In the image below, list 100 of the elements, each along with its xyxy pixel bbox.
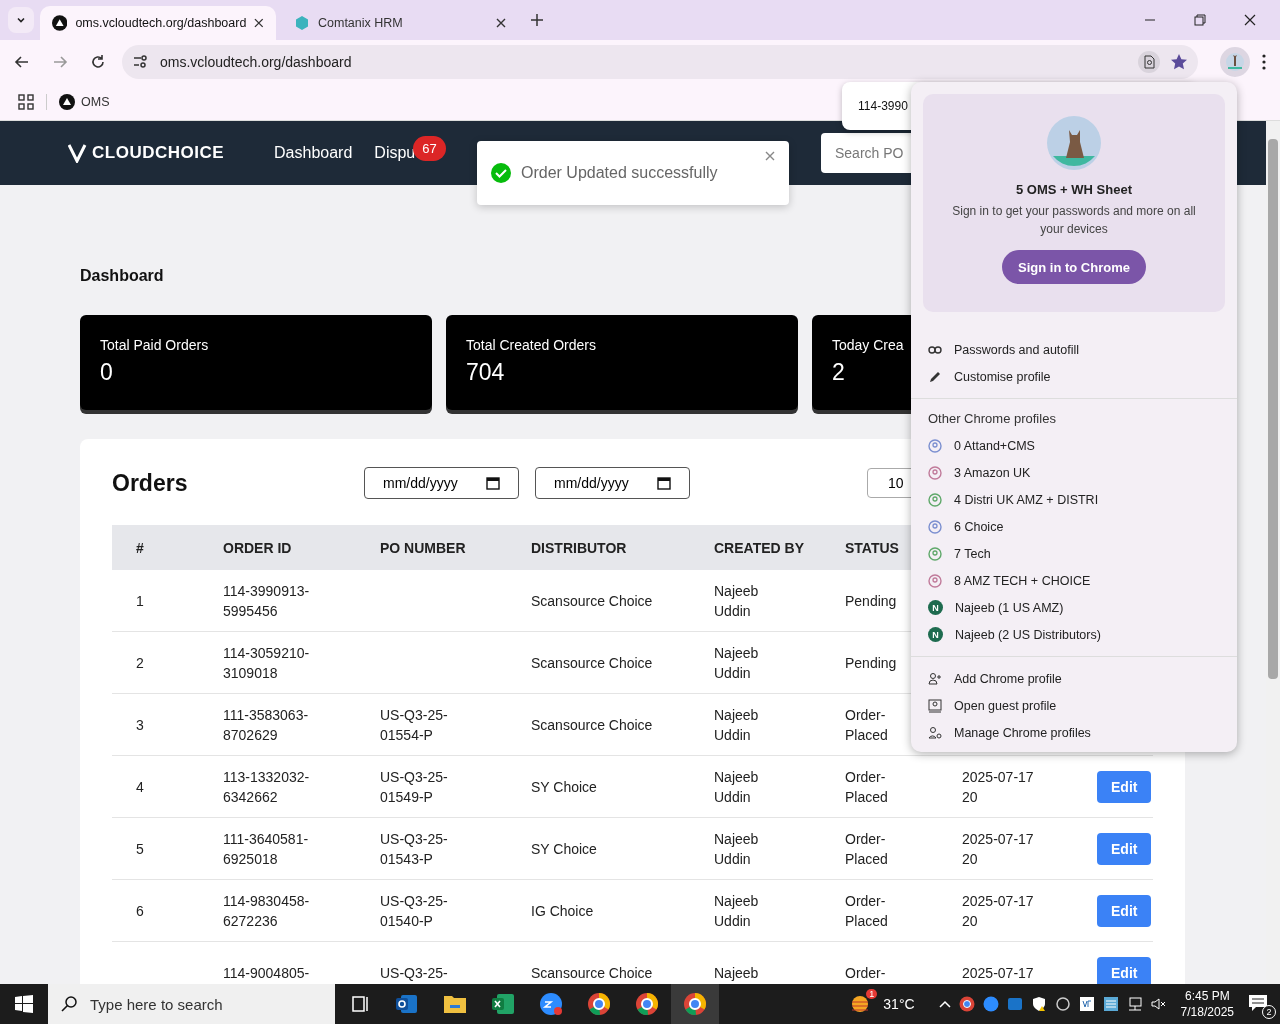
address-bar[interactable]: oms.vcloudtech.org/dashboard <box>122 45 1198 79</box>
browser-tab[interactable]: oms.vcloudtech.org/dashboard <box>40 6 276 40</box>
stat-value: 2 <box>832 359 845 386</box>
table-cell-text: Najeeb Uddin <box>714 643 760 683</box>
people-gear-icon <box>928 725 942 740</box>
nav-link[interactable]: Dashboard <box>274 144 353 162</box>
table-cell-text: Pending <box>845 591 897 611</box>
window-tray-icon[interactable] <box>1102 996 1119 1012</box>
table-cell: 1 <box>136 592 144 609</box>
network-icon[interactable] <box>1126 996 1143 1012</box>
profile-item[interactable]: 7 Tech <box>911 540 1237 567</box>
close-icon[interactable] <box>1244 14 1256 26</box>
menu-item[interactable]: Passwords and autofill <box>911 336 1237 363</box>
stat-label: Today Crea <box>832 337 904 353</box>
new-tab-plus-icon[interactable] <box>530 13 544 27</box>
notification-count: 2 <box>1262 1005 1276 1019</box>
reload-icon[interactable] <box>90 54 106 70</box>
column-header: DISTRIBUTOR <box>531 539 627 556</box>
mail-tray-icon[interactable] <box>1006 996 1023 1012</box>
menu-item[interactable]: Open guest profile <box>911 692 1237 719</box>
table-cell: SY Choice <box>531 840 597 857</box>
video-meeting-app-icon[interactable] <box>539 992 563 1016</box>
shield-warning-icon[interactable] <box>1030 996 1047 1012</box>
video-meeting-tray-icon[interactable] <box>982 996 999 1012</box>
guest-profile-icon <box>928 698 942 713</box>
browser-app-icon[interactable] <box>683 992 707 1016</box>
profile-item[interactable]: 8 AMZ TECH + CHOICE <box>911 567 1237 594</box>
page-title: Dashboard <box>80 267 164 285</box>
speaker-muted-icon[interactable] <box>1150 996 1167 1012</box>
profile-item[interactable]: N Najeeb (1 US AMZ) <box>911 594 1237 621</box>
close-icon[interactable] <box>254 18 264 28</box>
table-cell: Scansource Choice <box>531 716 653 733</box>
table-cell-text: Najeeb Uddin <box>714 767 760 807</box>
stat-value: 0 <box>100 359 113 386</box>
browser-tab[interactable]: Comtanix HRM <box>282 6 518 40</box>
menu-icon[interactable] <box>1262 54 1266 70</box>
table-cell-text: US-Q3-25-01543-P <box>380 829 449 869</box>
notification-icon[interactable] <box>1248 994 1270 1014</box>
table-cell-text: Najeeb Uddin <box>714 581 760 621</box>
restore-icon[interactable] <box>1194 14 1206 26</box>
browser-app-icon[interactable] <box>587 992 611 1016</box>
profile-item[interactable]: 6 Choice <box>911 513 1237 540</box>
apps-grid-icon[interactable] <box>18 94 34 110</box>
taskbar-search-field[interactable]: Type here to search <box>48 984 335 1024</box>
table-cell-text: Order-Placed <box>845 767 889 807</box>
profile-item[interactable]: N Najeeb (2 US Distributors) <box>911 621 1237 648</box>
edit-button[interactable]: Edit <box>1097 894 1152 927</box>
table-cell: 5 <box>136 840 144 857</box>
find-query[interactable]: 114-3990 <box>858 99 908 113</box>
windows-start-icon[interactable] <box>15 995 33 1013</box>
table-cell-text: 2025-07-17 20 <box>962 767 1035 807</box>
close-icon[interactable] <box>496 18 506 28</box>
stat-value: 704 <box>466 359 505 386</box>
browser-app-icon[interactable] <box>635 992 659 1016</box>
column-header: CREATED BY <box>714 539 804 556</box>
edit-button[interactable]: Edit <box>1097 956 1152 984</box>
clock-date[interactable]: 7/18/2025 <box>1180 1005 1234 1019</box>
back-arrow-icon[interactable] <box>14 54 30 70</box>
table-cell-text: Order-Placed <box>845 891 889 931</box>
nav-link[interactable]: Dispu <box>374 144 416 162</box>
chevron-up-icon[interactable] <box>938 1000 951 1008</box>
tab-title: oms.vcloudtech.org/dashboard <box>75 16 247 30</box>
table-cell-text: 2025-07-17 20 <box>962 891 1035 931</box>
folder-icon[interactable] <box>443 993 467 1015</box>
weather-badge: 1 <box>866 989 878 999</box>
menu-item[interactable]: Manage Chrome profiles <box>911 719 1237 746</box>
tab-title: Comtanix HRM <box>318 16 404 30</box>
clock-time[interactable]: 6:45 PM <box>1184 989 1230 1003</box>
date-field[interactable]: mm/dd/yyyy <box>364 467 519 499</box>
spreadsheet-app-icon[interactable] <box>491 992 515 1016</box>
date-field[interactable]: mm/dd/yyyy <box>535 467 690 499</box>
toast-message: Order Updated successfully <box>521 164 719 182</box>
menu-item[interactable]: Add Chrome profile <box>911 665 1237 692</box>
page-search-icon[interactable] <box>1138 51 1160 73</box>
table-cell-text: 114-9830458-6272236 <box>223 891 311 931</box>
profile-avatar-button[interactable] <box>1220 47 1250 77</box>
browser-tray-icon[interactable] <box>958 996 975 1012</box>
count-badge: 67 <box>413 135 446 161</box>
table-cell-text: Order-Placed <box>845 705 889 745</box>
stat-label: Total Created Orders <box>466 337 596 353</box>
table-cell-text: 111-3640581-6925018 <box>223 829 310 869</box>
forward-arrow-icon[interactable] <box>52 54 68 70</box>
profile-item[interactable]: 0 Attand+CMS <box>911 432 1237 459</box>
calendar-icon <box>486 476 500 490</box>
menu-item[interactable]: Customise profile <box>911 363 1237 390</box>
table-cell-text: 2025-07-17 20 <box>962 829 1035 869</box>
table-cell: Scansource Choice <box>531 654 653 671</box>
column-header: PO NUMBER <box>380 539 466 556</box>
bookmark-link[interactable]: OMS <box>59 94 110 110</box>
edit-button[interactable]: Edit <box>1097 770 1152 803</box>
edit-button[interactable]: Edit <box>1097 832 1152 865</box>
table-cell-text: 114-3990913-5995456 <box>223 581 311 621</box>
mail-app-icon[interactable] <box>395 992 419 1016</box>
section-heading: Other Chrome profiles <box>927 410 1057 428</box>
table-cell-text: US-Q3-25-01554-P <box>380 705 449 745</box>
task-view-icon[interactable] <box>351 994 371 1014</box>
sign-in-button[interactable]: Sign in to Chrome <box>1002 250 1146 284</box>
star-icon[interactable] <box>1170 53 1188 71</box>
letter-avatar: N <box>928 627 943 642</box>
app-tray-icon[interactable] <box>1078 996 1095 1012</box>
